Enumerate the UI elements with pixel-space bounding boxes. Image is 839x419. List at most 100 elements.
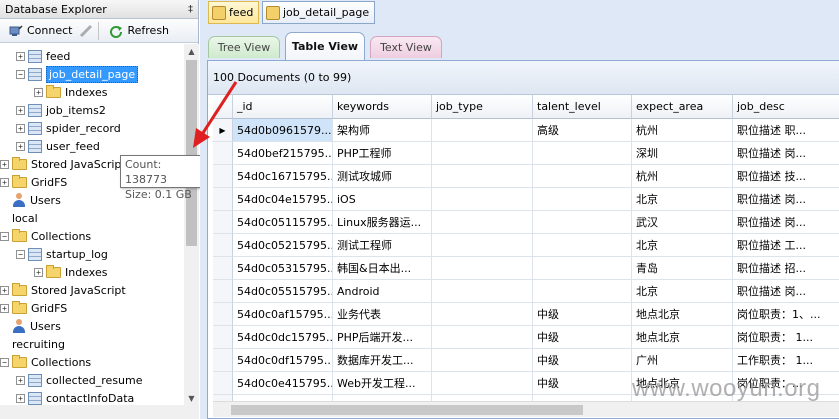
tree-item-stored-javascript[interactable]: + Stored JavaScript <box>0 155 126 173</box>
table-cell[interactable] <box>533 257 632 280</box>
table-cell[interactable]: 北京 <box>632 280 733 303</box>
table-cell[interactable]: 岗位职责：1、... <box>733 303 839 326</box>
tab-tree-view[interactable]: Tree View <box>208 36 280 58</box>
table-cell[interactable]: 杭州 <box>632 165 733 188</box>
table-cell[interactable]: 54d0bef215795... <box>233 142 333 165</box>
table-cell[interactable]: 54d0c05215795... <box>233 234 333 257</box>
table-cell[interactable] <box>432 257 533 280</box>
tree-item-users[interactable]: Users <box>12 317 61 335</box>
row-header[interactable] <box>213 257 233 280</box>
table-cell[interactable]: 54d0c05315795... <box>233 257 333 280</box>
tree-item-contactinfodata[interactable]: + contactInfoData <box>16 389 134 406</box>
expand-icon[interactable]: + <box>34 267 43 277</box>
tree-item-collections[interactable]: − Collections <box>0 227 91 245</box>
table-cell[interactable]: 地点北京 <box>632 326 733 349</box>
table-cell[interactable]: 中级 <box>533 372 632 395</box>
table-cell[interactable] <box>533 280 632 303</box>
table-cell[interactable]: 数据库开发工... <box>333 349 432 372</box>
tree-item-indexes[interactable]: + Indexes <box>34 263 107 281</box>
table-cell[interactable]: 深圳 <box>632 142 733 165</box>
tree-item-indexes[interactable]: + Indexes <box>34 83 107 101</box>
expand-icon[interactable]: + <box>0 177 9 187</box>
table-cell[interactable] <box>533 188 632 211</box>
expand-icon[interactable]: + <box>34 87 43 97</box>
table-cell[interactable] <box>533 211 632 234</box>
table-cell[interactable]: 测试攻城师 <box>333 165 432 188</box>
table-cell[interactable] <box>533 142 632 165</box>
column-header[interactable]: expect_area <box>632 95 733 119</box>
doc-tab-feed[interactable]: feed <box>208 1 260 24</box>
table-cell[interactable]: 高级 <box>533 119 632 142</box>
tab-text-view[interactable]: Text View <box>370 36 442 58</box>
column-header[interactable]: talent_level <box>533 95 632 119</box>
scroll-up-icon[interactable]: ▲ <box>184 44 199 59</box>
table-cell[interactable]: 业务代表 <box>333 303 432 326</box>
tree-item-startup-log[interactable]: − startup_log <box>16 245 108 263</box>
table-cell[interactable]: 54d0c05515795... <box>233 280 333 303</box>
table-cell[interactable]: 中级 <box>533 349 632 372</box>
table-cell[interactable]: 职位描述 工... <box>733 234 839 257</box>
table-cell[interactable] <box>432 280 533 303</box>
tree-item-user-feed[interactable]: + user_feed <box>16 137 100 155</box>
expand-icon[interactable]: + <box>0 159 9 169</box>
table-cell[interactable]: iOS <box>333 188 432 211</box>
row-header[interactable] <box>213 349 233 372</box>
table-cell[interactable]: Android <box>333 280 432 303</box>
scrollbar-thumb[interactable] <box>186 60 197 246</box>
table-cell[interactable] <box>533 234 632 257</box>
table-row[interactable]: 54d0c16715795... 测试攻城师 杭州 职位描述 技... <box>213 165 839 188</box>
expand-icon[interactable]: + <box>16 375 25 385</box>
table-cell[interactable] <box>432 188 533 211</box>
table-cell[interactable] <box>432 372 533 395</box>
expand-icon[interactable]: + <box>16 105 25 115</box>
table-row[interactable]: 54d0c05215795... 测试工程师 北京 职位描述 工... <box>213 234 839 257</box>
table-cell[interactable]: 中级 <box>533 303 632 326</box>
expand-icon[interactable]: + <box>16 141 25 151</box>
tree-item-gridfs[interactable]: + GridFS <box>0 173 67 191</box>
table-cell[interactable]: 测试工程师 <box>333 234 432 257</box>
expand-icon[interactable]: + <box>0 303 9 313</box>
table-cell[interactable]: 职位描述 招... <box>733 257 839 280</box>
row-header[interactable] <box>213 372 233 395</box>
collapse-icon[interactable]: − <box>16 69 25 79</box>
tree-item-job-detail-page[interactable]: − job_detail_page <box>16 65 139 83</box>
current-row-indicator-icon[interactable]: ▶ <box>213 119 233 142</box>
table-cell[interactable]: 岗位职责： 1... <box>733 326 839 349</box>
column-header[interactable]: job_desc <box>733 95 839 119</box>
disconnect-icon[interactable] <box>79 24 93 38</box>
table-cell[interactable]: PHP后端开发... <box>333 326 432 349</box>
table-cell[interactable]: 54d0c0e415795... <box>233 372 333 395</box>
table-cell[interactable]: 杭州 <box>632 119 733 142</box>
row-header[interactable] <box>213 165 233 188</box>
table-cell[interactable]: Web开发工程... <box>333 372 432 395</box>
column-header[interactable]: keywords <box>333 95 432 119</box>
table-cell[interactable]: 职位描述 技... <box>733 165 839 188</box>
connect-button[interactable]: Connect <box>4 21 77 41</box>
table-row[interactable]: 54d0c05515795... Android 北京 职位描述 岗... <box>213 280 839 303</box>
table-cell[interactable]: 韩国&日本出... <box>333 257 432 280</box>
tree-item-collections[interactable]: − Collections <box>0 353 91 371</box>
table-cell[interactable]: 北京 <box>632 188 733 211</box>
table-cell[interactable]: 54d0c0df15795... <box>233 349 333 372</box>
table-cell[interactable]: 54d0c04e15795... <box>233 188 333 211</box>
row-header[interactable] <box>213 280 233 303</box>
row-header[interactable] <box>213 142 233 165</box>
expand-icon[interactable]: + <box>16 51 25 61</box>
table-row[interactable]: 54d0c05115795... Linux服务器运... 武汉 职位描述 岗... <box>213 211 839 234</box>
table-cell[interactable] <box>432 234 533 257</box>
table-cell[interactable]: PHP工程师 <box>333 142 432 165</box>
tree-horizontal-scrollbar[interactable] <box>0 405 199 419</box>
column-header[interactable]: _id <box>233 95 333 119</box>
table-cell[interactable] <box>432 165 533 188</box>
table-cell[interactable]: 54d0c16715795... <box>233 165 333 188</box>
table-cell[interactable]: 54d0c0dc15795... <box>233 326 333 349</box>
table-cell[interactable] <box>432 211 533 234</box>
table-cell[interactable] <box>432 326 533 349</box>
table-cell[interactable]: 中级 <box>533 326 632 349</box>
table-cell[interactable]: 北京 <box>632 234 733 257</box>
table-row[interactable]: 54d0c05315795... 韩国&日本出... 青岛 职位描述 招... <box>213 257 839 280</box>
expand-icon[interactable]: + <box>16 393 25 403</box>
table-row[interactable]: 54d0bef215795... PHP工程师 深圳 职位描述 岗... <box>213 142 839 165</box>
tree-item-collected-resume[interactable]: + collected_resume <box>16 371 143 389</box>
tree-item-feed[interactable]: + feed <box>16 47 70 65</box>
